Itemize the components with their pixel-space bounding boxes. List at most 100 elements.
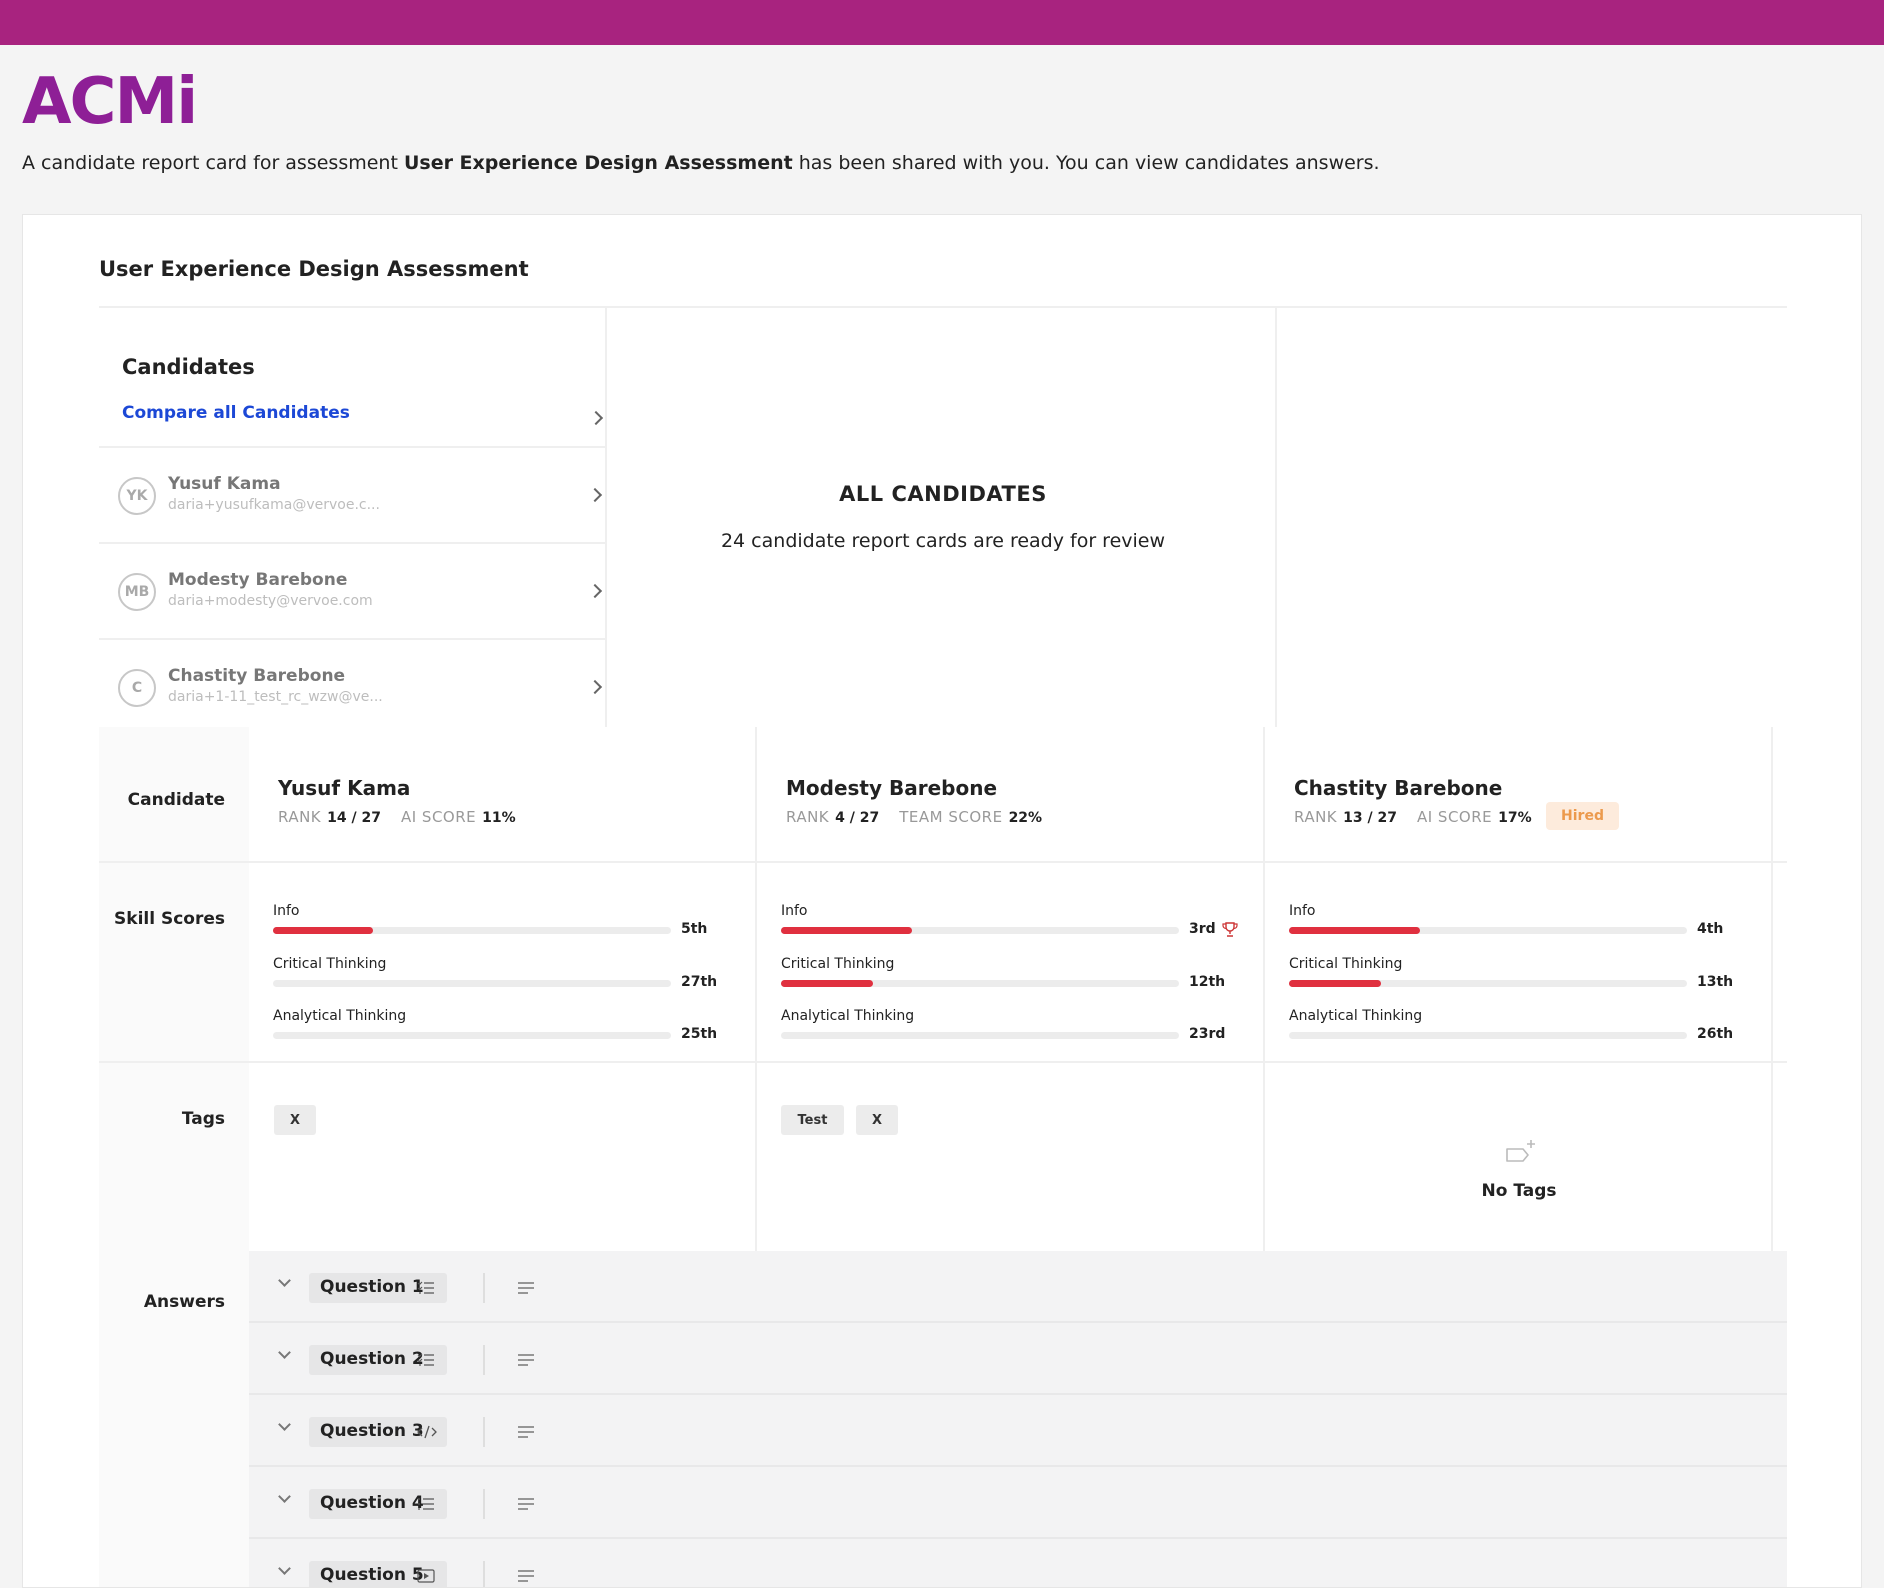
text-lines-icon[interactable] xyxy=(517,1570,535,1584)
question-button[interactable]: Question 2 xyxy=(309,1345,447,1375)
skill-score: Analytical Thinking 25th xyxy=(273,1008,733,1052)
question-button[interactable]: Question 1 xyxy=(309,1273,447,1303)
candidate-list-item[interactable]: MB Modesty Barebone daria+modesty@vervoe… xyxy=(99,544,605,640)
skill-score: Analytical Thinking 23rd xyxy=(781,1008,1241,1052)
skill-bar-fill xyxy=(781,927,913,934)
candidate-name[interactable]: Chastity Barebone xyxy=(1294,776,1502,800)
list-check-icon xyxy=(417,1353,434,1366)
chevron-right-icon[interactable] xyxy=(588,410,604,426)
list-check-icon xyxy=(417,1281,434,1294)
skill-score: Info 4th xyxy=(1289,903,1749,947)
skill-score: Critical Thinking 12th xyxy=(781,956,1241,1000)
row-label-tags: Tags xyxy=(181,1109,225,1129)
trophy-icon xyxy=(1222,922,1238,937)
top-bar xyxy=(0,0,1884,45)
row-label-candidate: Candidate xyxy=(127,790,225,810)
skill-bar-fill xyxy=(1289,980,1381,987)
skill-bar xyxy=(781,980,1179,987)
skill-bar-fill xyxy=(273,927,373,934)
question-button[interactable]: Question 5 xyxy=(309,1561,447,1587)
chevron-down-icon[interactable] xyxy=(278,1418,291,1431)
candidate-name[interactable]: Modesty Barebone xyxy=(786,776,997,800)
notice-text-end: has been shared with you. You can view c… xyxy=(792,152,1380,174)
chevron-right-icon[interactable] xyxy=(587,679,603,695)
skill-rank: 12th xyxy=(1189,974,1226,990)
skill-name: Analytical Thinking xyxy=(273,1008,407,1024)
candidates-heading: Candidates xyxy=(122,355,255,379)
tag[interactable]: X xyxy=(856,1105,898,1135)
assessment-title: User Experience Design Assessment xyxy=(99,257,529,281)
candidate-list-item[interactable]: C Chastity Barebone daria+1-11_test_rc_w… xyxy=(99,640,605,727)
candidate-column: Yusuf Kama RANK 14 / 27 AI SCORE 11% Info 5… xyxy=(249,727,757,1251)
rank-label: RANK xyxy=(278,808,322,826)
tag[interactable]: X xyxy=(274,1105,316,1135)
question-row: Question 3 xyxy=(249,1395,1787,1467)
skill-name: Analytical Thinking xyxy=(1289,1008,1423,1024)
candidate-list-item[interactable]: YK Yusuf Kama daria+yusufkama@vervoe.c..… xyxy=(99,448,605,544)
question-label: Question 2 xyxy=(320,1349,424,1369)
candidate-meta: RANK 14 / 27 AI SCORE 11% xyxy=(278,808,536,826)
candidate-name: Modesty Barebone xyxy=(168,570,348,590)
rank-value: 14 / 27 xyxy=(327,810,381,826)
report-card: User Experience Design Assessment Candid… xyxy=(22,214,1862,1588)
chevron-down-icon[interactable] xyxy=(278,1562,291,1575)
question-button[interactable]: Question 3 xyxy=(309,1417,447,1447)
question-row: Question 5 xyxy=(249,1539,1787,1587)
skill-rank: 27th xyxy=(681,974,718,990)
candidate-column: Chastity Barebone RANK 13 / 27 AI SCORE 17%… xyxy=(1265,727,1773,1251)
divider xyxy=(483,1417,485,1447)
question-button[interactable]: Question 4 xyxy=(309,1489,447,1519)
notice-text: A candidate report card for assessment xyxy=(22,152,404,174)
chevron-right-icon[interactable] xyxy=(587,487,603,503)
text-lines-icon[interactable] xyxy=(517,1282,535,1296)
add-tag-icon[interactable] xyxy=(1501,1137,1537,1167)
skill-bar-fill xyxy=(781,980,873,987)
skill-score: Info 5th xyxy=(273,903,733,947)
candidate-column: Modesty Barebone RANK 4 / 27 TEAM SCORE 22%… xyxy=(757,727,1265,1251)
avatar: MB xyxy=(118,573,156,611)
rank-value: 4 / 27 xyxy=(835,810,880,826)
no-tags-label: No Tags xyxy=(1481,1181,1557,1201)
question-label: Question 5 xyxy=(320,1565,424,1585)
skill-score: Critical Thinking 13th xyxy=(1289,956,1749,1000)
question-row: Question 4 xyxy=(249,1467,1787,1539)
text-lines-icon[interactable] xyxy=(517,1498,535,1512)
chevron-right-icon[interactable] xyxy=(587,583,603,599)
skill-name: Critical Thinking xyxy=(781,956,895,972)
text-lines-icon[interactable] xyxy=(517,1354,535,1368)
candidate-name: Chastity Barebone xyxy=(168,666,346,686)
skill-name: Info xyxy=(781,903,808,919)
skill-bar xyxy=(273,1032,671,1039)
chevron-down-icon[interactable] xyxy=(278,1274,291,1287)
skill-name: Info xyxy=(1289,903,1316,919)
skill-bar xyxy=(273,927,671,934)
skill-rank: 25th xyxy=(681,1026,718,1042)
divider xyxy=(483,1345,485,1375)
candidate-name: Yusuf Kama xyxy=(168,474,281,494)
skill-rank: 5th xyxy=(681,921,708,937)
rank-value: 13 / 27 xyxy=(1343,810,1397,826)
chevron-down-icon[interactable] xyxy=(278,1346,291,1359)
code-icon xyxy=(417,1425,437,1439)
skill-bar xyxy=(1289,927,1687,934)
candidate-name[interactable]: Yusuf Kama xyxy=(278,776,410,800)
question-label: Question 3 xyxy=(320,1421,424,1441)
list-icon xyxy=(418,1498,434,1510)
skill-score: Info 3rd xyxy=(781,903,1241,947)
chevron-down-icon[interactable] xyxy=(278,1490,291,1503)
question-row: Question 1 xyxy=(249,1251,1787,1323)
candidate-meta: RANK 4 / 27 TEAM SCORE 22% xyxy=(786,808,1062,826)
shared-notice: A candidate report card for assessment U… xyxy=(22,152,1380,174)
compare-all-candidates-link[interactable]: Compare all Candidates xyxy=(122,403,350,423)
score-label: TEAM SCORE xyxy=(899,808,1003,826)
skill-name: Critical Thinking xyxy=(273,956,387,972)
status-badge: Hired xyxy=(1546,802,1619,830)
tag[interactable]: Test xyxy=(781,1105,844,1135)
candidates-panel: Candidates Compare all Candidates YK Yus… xyxy=(99,308,607,727)
compare-row: Candidates Compare all Candidates xyxy=(99,308,605,448)
row-label-answers: Answers xyxy=(143,1292,225,1312)
text-lines-icon[interactable] xyxy=(517,1426,535,1440)
row-label-skill-scores: Skill Scores xyxy=(114,909,225,929)
all-candidates-title: ALL CANDIDATES xyxy=(839,482,1047,506)
skill-bar xyxy=(781,927,1179,934)
